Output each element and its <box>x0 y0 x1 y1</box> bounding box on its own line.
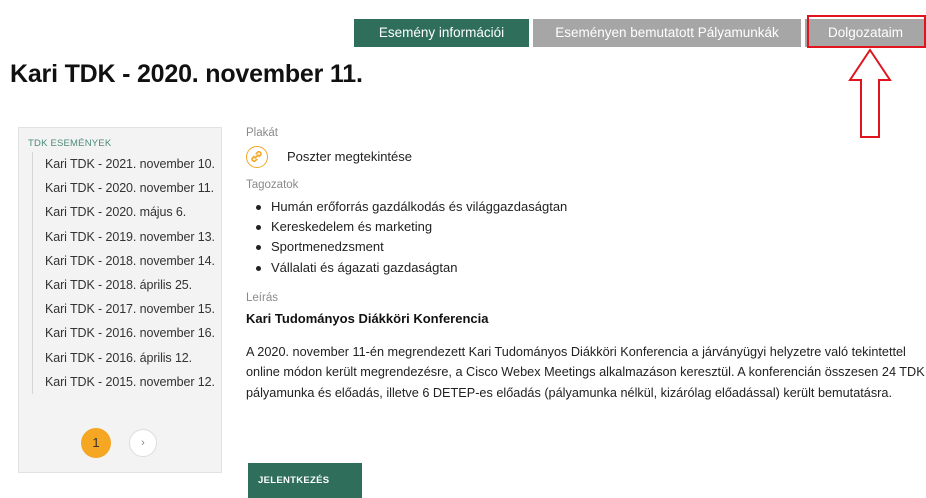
sidebar-item[interactable]: Kari TDK - 2017. november 15. <box>32 297 217 322</box>
poster-link[interactable]: Poszter megtekintése <box>287 149 412 164</box>
sidebar-event-list: Kari TDK - 2021. november 10. Kari TDK -… <box>32 152 217 394</box>
sidebar-item[interactable]: Kari TDK - 2019. november 13. <box>32 224 217 249</box>
page-title: Kari TDK - 2020. november 11. <box>10 60 363 88</box>
list-item: Sportmenedzsment <box>256 237 567 257</box>
sections-label: Tagozatok <box>246 179 299 191</box>
list-item: Kereskedelem és marketing <box>256 217 567 237</box>
apply-button[interactable]: JELENTKEZÉS <box>248 463 362 498</box>
sidebar-item[interactable]: Kari TDK - 2015. november 12. <box>32 369 217 394</box>
sidebar-item[interactable]: Kari TDK - 2018. április 25. <box>32 272 217 298</box>
sidebar-item[interactable]: Kari TDK - 2018. november 14. <box>32 248 217 273</box>
poster-label: Plakát <box>246 127 278 139</box>
highlight-box <box>807 15 926 48</box>
up-arrow-icon <box>848 48 892 138</box>
description-title: Kari Tudományos Diákköri Konferencia <box>246 311 489 326</box>
pagination-next-button[interactable]: › <box>129 429 157 457</box>
tab-presented-works[interactable]: Eseményen bemutatott Pályamunkák <box>533 19 801 47</box>
sidebar-item[interactable]: Kari TDK - 2021. november 10. <box>32 152 217 177</box>
tab-event-info[interactable]: Esemény információi <box>354 19 529 47</box>
list-item: Humán erőforrás gazdálkodás és világgazd… <box>256 197 567 217</box>
pagination-page-1[interactable]: 1 <box>81 428 111 458</box>
sidebar-item[interactable]: Kari TDK - 2016. április 12. <box>32 345 217 370</box>
sidebar-item[interactable]: Kari TDK - 2016. november 16. <box>32 321 217 346</box>
sidebar: TDK ESEMÉNYEK Kari TDK - 2021. november … <box>18 127 222 473</box>
link-icon[interactable] <box>246 146 268 168</box>
sidebar-item[interactable]: Kari TDK - 2020. november 11. <box>32 176 217 201</box>
sections-list: Humán erőforrás gazdálkodás és világgazd… <box>256 197 567 278</box>
sidebar-title: TDK ESEMÉNYEK <box>28 138 112 149</box>
list-item: Vállalati és ágazati gazdaságtan <box>256 258 567 278</box>
description-label: Leírás <box>246 292 278 304</box>
description-text: A 2020. november 11-én megrendezett Kari… <box>246 345 925 400</box>
sidebar-item[interactable]: Kari TDK - 2020. május 6. <box>32 200 217 225</box>
